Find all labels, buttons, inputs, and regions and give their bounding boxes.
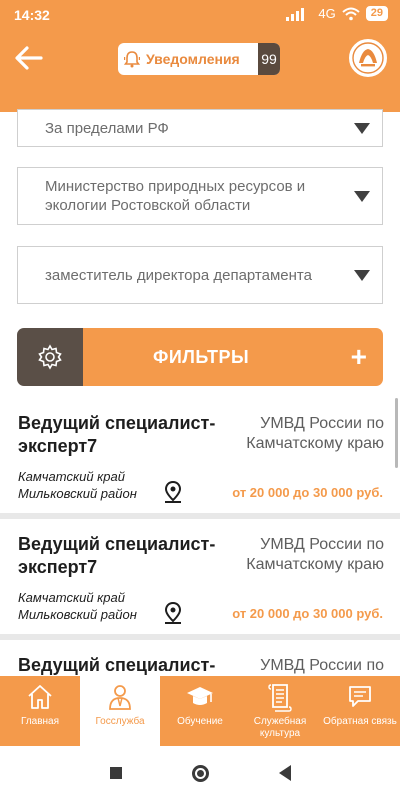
vacancy-title: Ведущий специалист-эксперт7 xyxy=(18,655,216,675)
back-triangle-icon[interactable] xyxy=(278,765,291,781)
notifications-button[interactable]: Уведомления 99 xyxy=(118,43,280,75)
signal-icon xyxy=(286,7,305,21)
home-icon xyxy=(28,685,52,709)
nav-item-feedback[interactable]: Обратная связь xyxy=(320,676,400,746)
recent-apps-icon[interactable] xyxy=(109,767,122,779)
nav-item-label: Главная xyxy=(20,716,60,727)
vacancy-card[interactable]: Ведущий специалист-эксперт7 УМВД России … xyxy=(0,398,400,513)
vacancy-location: Камчатский край Мильковский район xyxy=(18,590,137,622)
chevron-down-icon xyxy=(354,190,370,202)
notifications-count: 99 xyxy=(258,43,280,75)
chevron-down-icon xyxy=(354,269,370,281)
nav-item-label: Госслужба xyxy=(95,716,145,727)
organization-select[interactable]: Министерство природных ресурсов и эколог… xyxy=(17,167,383,225)
region-select[interactable]: За пределами РФ xyxy=(17,109,383,147)
status-icons: 4G 29 xyxy=(286,6,388,21)
region-select-value: За пределами РФ xyxy=(45,119,169,137)
notifications-label: Уведомления xyxy=(146,51,240,67)
filters-label: ФИЛЬТРЫ xyxy=(153,346,250,367)
scrollbar[interactable] xyxy=(395,398,398,468)
person-icon xyxy=(109,685,131,710)
nav-item-label: Обучение xyxy=(177,716,223,727)
nav-item-education[interactable]: Обучение xyxy=(160,676,240,746)
home-button-icon[interactable] xyxy=(191,764,209,782)
nav-item-service-culture[interactable]: Служебная культура xyxy=(240,676,320,746)
filters-main[interactable]: ФИЛЬТРЫ + xyxy=(83,328,383,386)
vacancy-salary: от 20 000 до 30 000 руб. xyxy=(232,606,383,621)
nav-item-label: Служебная культура xyxy=(253,716,307,739)
organization-select-value: Министерство природных ресурсов и эколог… xyxy=(45,178,306,214)
position-select-value: заместитель директора департамента xyxy=(45,266,312,284)
vacancy-title: Ведущий специалист-эксперт7 xyxy=(18,413,216,456)
wifi-icon xyxy=(342,7,360,20)
system-navigation xyxy=(0,746,400,800)
location-pin-icon xyxy=(164,602,182,624)
arrow-left-icon[interactable] xyxy=(14,44,44,72)
filters-button[interactable]: ФИЛЬТРЫ + xyxy=(17,328,383,386)
nav-item-civil-service[interactable]: Госслужба xyxy=(80,676,160,746)
vacancy-salary: от 20 000 до 30 000 руб. xyxy=(232,485,383,500)
status-time: 14:32 xyxy=(14,7,50,23)
app-header: 14:32 4G 29 Уведомления 99 xyxy=(0,0,400,112)
vacancy-location: Камчатский край Мильковский район xyxy=(18,469,137,501)
vacancy-organization: УМВД России по Камчатскому краю xyxy=(260,657,384,674)
chat-icon xyxy=(349,686,371,707)
vacancy-organization: УМВД России по Камчатскому краю xyxy=(246,536,384,573)
position-select[interactable]: заместитель директора департамента xyxy=(17,246,383,304)
chevron-down-icon xyxy=(354,122,370,134)
plus-icon: + xyxy=(350,341,367,372)
bottom-navigation: Главная Госслужба Обучение Служебная кул… xyxy=(0,676,400,746)
gear-icon[interactable] xyxy=(17,328,83,386)
bell-icon xyxy=(118,50,146,68)
battery-indicator: 29 xyxy=(365,6,388,21)
vacancy-organization: УМВД России по Камчатскому краю xyxy=(246,415,384,452)
scroll-icon xyxy=(268,684,292,712)
vacancy-card[interactable]: Ведущий специалист-эксперт7 УМВД России … xyxy=(0,519,400,634)
status-bar: 14:32 4G 29 xyxy=(0,0,400,30)
location-pin-icon xyxy=(164,481,182,503)
network-type: 4G xyxy=(318,6,336,21)
emblem-icon[interactable] xyxy=(348,38,388,78)
vacancy-title: Ведущий специалист-эксперт7 xyxy=(18,534,216,577)
graduation-cap-icon xyxy=(187,687,213,705)
nav-item-label: Обратная связь xyxy=(323,716,397,727)
vacancy-list[interactable]: Ведущий специалист-эксперт7 УМВД России … xyxy=(0,398,400,676)
nav-item-home[interactable]: Главная xyxy=(0,676,80,746)
vacancy-card[interactable]: Ведущий специалист-эксперт7 УМВД России … xyxy=(0,640,400,676)
